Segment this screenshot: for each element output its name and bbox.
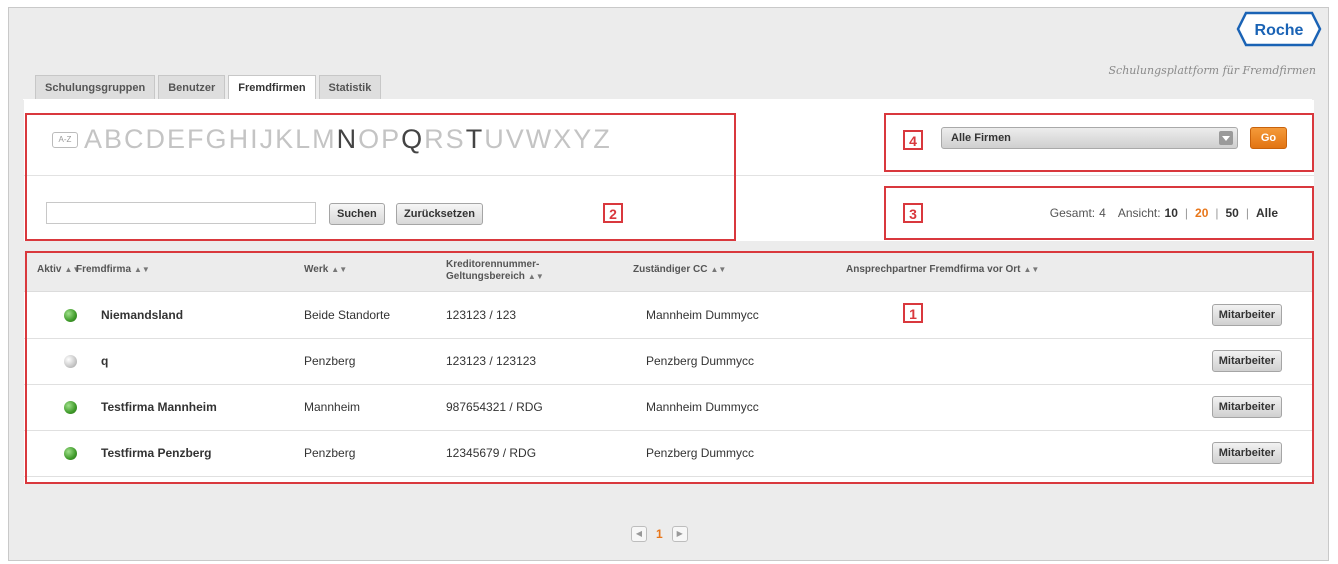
annotation-box-1 <box>25 251 1314 484</box>
annotation-box-2 <box>25 113 736 241</box>
tab-statistik[interactable]: Statistik <box>318 75 382 99</box>
current-page[interactable]: 1 <box>656 527 663 541</box>
tab-bar: Schulungsgruppen Benutzer Fremdfirmen St… <box>35 75 384 100</box>
annotation-number-1: 1 <box>903 303 923 323</box>
next-page-icon[interactable]: ▶ <box>671 526 688 542</box>
previous-page-icon[interactable]: ◀ <box>631 526 647 542</box>
tab-fremdfirmen[interactable]: Fremdfirmen <box>228 75 316 100</box>
annotation-number-3: 3 <box>903 203 923 223</box>
annotation-box-3 <box>884 186 1314 240</box>
roche-logo: Roche <box>1236 11 1322 47</box>
annotation-number-2: 2 <box>603 203 623 223</box>
pagination: ◀ 1 ▶ <box>631 526 688 542</box>
annotation-box-4 <box>884 113 1314 172</box>
tab-benutzer[interactable]: Benutzer <box>158 75 226 99</box>
annotation-number-4: 4 <box>903 130 923 150</box>
tab-schulungsgruppen[interactable]: Schulungsgruppen <box>35 75 156 99</box>
platform-subtitle: Schulungsplattform für Fremdfirmen <box>1108 64 1316 77</box>
logo-text: Roche <box>1255 22 1304 39</box>
